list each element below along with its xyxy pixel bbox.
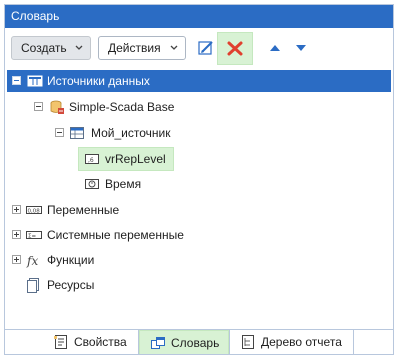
arrow-down-icon: [296, 45, 306, 51]
database-icon: [50, 100, 64, 114]
move-up-button[interactable]: [263, 36, 287, 60]
svg-text:,6: ,6: [88, 157, 94, 164]
variables-icon: 0,08: [26, 206, 42, 214]
tree-item-variables[interactable]: 0,08 Переменные: [7, 199, 307, 221]
tab-dictionary[interactable]: Словарь: [139, 330, 229, 354]
dictionary-tree: Источники данных Simple-Scada Base Мой_и…: [5, 68, 393, 329]
tree-item-database[interactable]: Simple-Scada Base: [7, 96, 307, 118]
tree-item-label: Simple-Scada Base: [69, 100, 175, 114]
create-button[interactable]: Создать: [11, 36, 91, 60]
tree-item-field-replevel[interactable]: ,6 vrRepLevel: [78, 147, 174, 171]
edit-button[interactable]: [194, 36, 218, 60]
dictionary-icon: [151, 337, 165, 349]
collapse-icon[interactable]: [12, 76, 21, 85]
tree-item-source[interactable]: Мой_источник: [7, 122, 307, 144]
tab-properties[interactable]: Свойства: [43, 330, 139, 354]
delete-button[interactable]: [217, 32, 253, 65]
delete-x-icon: [227, 41, 243, 56]
move-down-button[interactable]: [289, 36, 313, 60]
function-icon: fx: [26, 254, 38, 268]
tab-label: Свойства: [74, 335, 127, 349]
table-icon: [70, 127, 84, 139]
tree-item-label: Источники данных: [47, 74, 150, 88]
tree-item-label: vrRepLevel: [105, 152, 166, 166]
dictionary-panel: Словарь Создать Действия Источники данны…: [4, 4, 394, 355]
expand-icon[interactable]: [12, 230, 21, 239]
svg-text:Σ=: Σ=: [28, 233, 36, 239]
tab-report-tree[interactable]: Дерево отчета: [229, 330, 354, 354]
tree-item-label: Функции: [47, 253, 95, 267]
tree-item-label: Системные переменные: [47, 228, 184, 242]
system-variables-icon: Σ=: [26, 231, 42, 239]
edit-pencil-icon: [198, 41, 213, 55]
properties-icon: [54, 335, 67, 349]
actions-button-label: Действия: [108, 41, 161, 55]
data-sources-icon: [27, 75, 43, 87]
tree-item-label: Мой_источник: [91, 126, 171, 140]
svg-text:fx: fx: [26, 254, 38, 268]
tree-item-field-time[interactable]: Время: [81, 173, 201, 195]
toolbar: Создать Действия: [5, 28, 393, 68]
tree-item-functions[interactable]: fx Функции: [7, 249, 307, 271]
tab-label: Словарь: [171, 336, 220, 350]
tree-item-label: Переменные: [47, 203, 120, 217]
chevron-down-icon: [75, 45, 83, 50]
resources-icon: [27, 278, 39, 293]
tree-item-resources[interactable]: Ресурсы: [7, 274, 307, 296]
chevron-down-icon: [170, 45, 178, 50]
collapse-icon[interactable]: [55, 128, 64, 137]
field-icon: ,6: [85, 154, 99, 164]
report-tree-icon: [242, 335, 254, 349]
tab-label: Дерево отчета: [261, 335, 342, 349]
tree-item-data-sources[interactable]: Источники данных: [7, 70, 391, 92]
tree-item-label: Ресурсы: [47, 278, 95, 292]
actions-button[interactable]: Действия: [98, 36, 186, 60]
create-button-label: Создать: [21, 41, 67, 55]
svg-text:0,08: 0,08: [28, 208, 41, 214]
clock-icon: [85, 179, 99, 189]
tree-item-system-variables[interactable]: Σ= Системные переменные: [7, 224, 307, 246]
panel-title: Словарь: [5, 5, 393, 28]
bottom-tab-bar: Свойства Словарь Дерево отчета: [5, 329, 393, 354]
expand-icon[interactable]: [12, 205, 21, 214]
tree-item-label: Время: [105, 177, 142, 191]
expand-icon[interactable]: [12, 255, 21, 264]
arrow-up-icon: [270, 45, 280, 51]
collapse-icon[interactable]: [34, 102, 43, 111]
